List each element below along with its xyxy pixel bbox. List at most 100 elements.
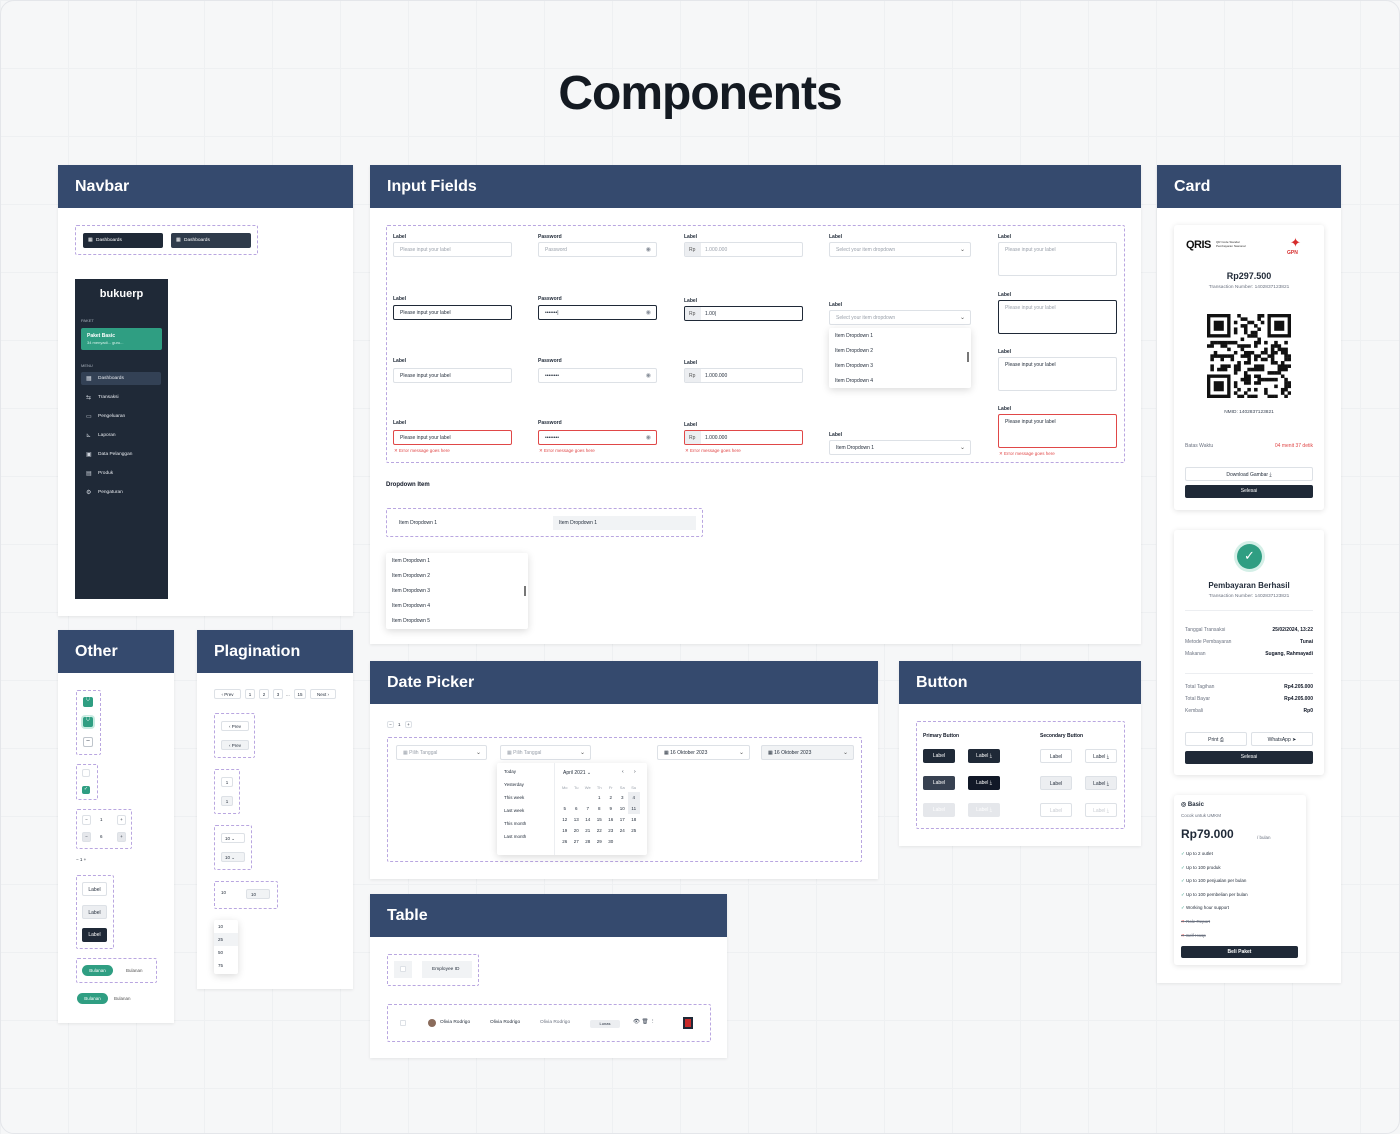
eye-icon[interactable]: ◉ bbox=[646, 309, 651, 316]
prev-button[interactable]: ‹ Prev bbox=[214, 689, 241, 699]
dropdown-option[interactable]: Item Dropdown 1 bbox=[829, 328, 971, 343]
plus-icon[interactable]: + bbox=[117, 815, 126, 825]
mini-stepper[interactable]: − 1 + bbox=[76, 857, 100, 865]
per-page-select-hover[interactable]: 10 ⌄ bbox=[221, 852, 245, 862]
currency-input[interactable]: Rp 1.000.000 bbox=[684, 242, 803, 257]
calendar-day[interactable]: 26 bbox=[559, 836, 571, 847]
primary-button-icon-hover[interactable]: Label ⤓ bbox=[968, 776, 1000, 790]
per-page-option[interactable]: 50 bbox=[214, 946, 238, 959]
sidebar-item-transaksi[interactable]: ⇆ Transaksi bbox=[81, 391, 161, 404]
quick-range-option[interactable]: This month bbox=[497, 819, 553, 832]
date-input-filled[interactable]: ▦ 16 Oktober 2023 ⌄ bbox=[657, 745, 750, 760]
page-button[interactable]: 1 bbox=[245, 689, 255, 699]
checkbox-unchecked[interactable] bbox=[82, 769, 90, 777]
download-button[interactable]: Download Gambar ⤓ bbox=[1185, 467, 1313, 481]
calendar-day[interactable]: 22 bbox=[594, 825, 606, 836]
quick-range-option[interactable]: Last month bbox=[497, 832, 553, 845]
dropdown-field[interactable]: Select your item dropdown ⌄ bbox=[829, 242, 971, 257]
password-input[interactable]: •••••••• ◉ bbox=[538, 430, 657, 445]
trash-icon[interactable]: 🗑 bbox=[642, 1019, 649, 1025]
plus-icon[interactable]: + bbox=[117, 832, 126, 842]
calendar-day[interactable] bbox=[559, 792, 571, 803]
calendar-day[interactable]: 14 bbox=[582, 814, 594, 825]
label-button-grey[interactable]: Label bbox=[82, 905, 107, 919]
mini-stepper[interactable]: −1 + bbox=[387, 721, 413, 729]
secondary-button-icon-hover[interactable]: Label ⤓ bbox=[1085, 776, 1117, 790]
password-input[interactable]: Password ◉ bbox=[538, 242, 657, 257]
minus-icon[interactable]: − bbox=[82, 815, 91, 825]
quantity-stepper-disabled[interactable]: − 6 + bbox=[82, 832, 126, 842]
textarea-focused[interactable]: Please input your label bbox=[998, 300, 1117, 334]
per-page-option[interactable]: 75 bbox=[214, 959, 238, 972]
column-header[interactable]: Employee ID bbox=[422, 961, 472, 978]
calendar-day[interactable]: 24 bbox=[617, 825, 629, 836]
calendar-day[interactable]: 18 bbox=[628, 814, 640, 825]
dropdown-option[interactable]: Item Dropdown 4 bbox=[829, 373, 971, 388]
plus-icon[interactable]: + bbox=[405, 721, 412, 728]
currency-input[interactable]: Rp 1.000.000 bbox=[684, 430, 803, 445]
calendar-day[interactable]: 8 bbox=[594, 803, 606, 814]
secondary-button-hover[interactable]: Label bbox=[1040, 776, 1072, 790]
minus-icon[interactable]: − bbox=[387, 721, 394, 728]
label-button-dark[interactable]: Label bbox=[82, 928, 107, 942]
calendar-day[interactable]: 13 bbox=[571, 814, 583, 825]
calendar-day[interactable]: 11 bbox=[628, 803, 640, 814]
selesai-button[interactable]: Selesai bbox=[1185, 751, 1313, 764]
calendar-day[interactable]: 1 bbox=[594, 792, 606, 803]
secondary-button[interactable]: Label bbox=[1040, 749, 1072, 763]
per-page-option[interactable]: 25 bbox=[214, 933, 238, 946]
calendar-month[interactable]: April 2021 ⌄ bbox=[563, 770, 591, 776]
scrollbar[interactable] bbox=[524, 586, 526, 596]
cart-icon-button-focus[interactable]: ⛉ bbox=[83, 717, 93, 727]
prev-button-hover[interactable]: ‹ Prev bbox=[221, 740, 249, 750]
next-button[interactable]: Next › bbox=[310, 689, 336, 699]
per-page-option[interactable]: 10 bbox=[214, 920, 238, 933]
dropdown-option[interactable]: Item Dropdown 2 bbox=[829, 343, 971, 358]
segment-inactive[interactable]: Bulanan bbox=[114, 996, 131, 1001]
currency-input[interactable]: Rp 1.000.000 bbox=[684, 368, 803, 383]
calendar-day[interactable]: 10 bbox=[617, 803, 629, 814]
calendar-day[interactable]: 30 bbox=[605, 836, 617, 847]
print-button[interactable]: Print ⎙ bbox=[1185, 732, 1247, 746]
eye-icon[interactable]: ◉ bbox=[646, 372, 651, 379]
beli-paket-button[interactable]: Beli Paket bbox=[1181, 946, 1298, 958]
password-input[interactable]: •••••••| ◉ bbox=[538, 305, 657, 320]
date-input-disabled[interactable]: ▦ 16 Oktober 2023 ⌄ bbox=[761, 745, 854, 760]
quick-range-option[interactable]: This week bbox=[497, 793, 553, 806]
calendar-day[interactable]: 3 bbox=[617, 792, 629, 803]
calendar-day[interactable]: 9 bbox=[605, 803, 617, 814]
quantity-stepper[interactable]: − 1 + bbox=[82, 815, 126, 825]
prev-button[interactable]: ‹ Prev bbox=[221, 721, 249, 731]
sidebar-item-pengaturan[interactable]: ⚙ Pengaturan bbox=[81, 486, 161, 499]
page-button[interactable]: 2 bbox=[259, 689, 269, 699]
dropdown-item-hover[interactable]: Item Dropdown 1 bbox=[553, 516, 696, 530]
calendar-day[interactable]: 12 bbox=[559, 814, 571, 825]
dropdown-option[interactable]: Item Dropdown 1 bbox=[386, 553, 528, 568]
sidebar-item-dashboards[interactable]: ▦ Dashboards bbox=[81, 372, 161, 385]
quick-range-option[interactable]: Last week bbox=[497, 806, 553, 819]
calendar-day[interactable]: 28 bbox=[582, 836, 594, 847]
calendar-day[interactable]: 7 bbox=[582, 803, 594, 814]
dropdown-option[interactable]: Item Dropdown 5 bbox=[386, 613, 528, 628]
calendar-day[interactable] bbox=[628, 836, 640, 847]
checkbox-checked[interactable]: ✓ bbox=[82, 786, 90, 794]
segment-active[interactable]: Bulanan bbox=[82, 965, 113, 976]
quick-range-option[interactable]: Today bbox=[497, 767, 553, 780]
primary-button-icon-disabled[interactable]: Label ⤓ bbox=[968, 803, 1000, 817]
calendar-day[interactable]: 16 bbox=[605, 814, 617, 825]
page-button-active[interactable]: 1 bbox=[221, 796, 233, 806]
segment-inactive[interactable]: Bulanan bbox=[126, 968, 143, 973]
calendar-day[interactable] bbox=[617, 836, 629, 847]
nav-pill-active[interactable]: ▦ Dashboards bbox=[83, 233, 163, 248]
secondary-button-icon-disabled[interactable]: Label ⤓ bbox=[1085, 803, 1117, 817]
whatsapp-button[interactable]: WhatsApp ➤ bbox=[1251, 732, 1313, 746]
dropdown-option[interactable]: Item Dropdown 4 bbox=[386, 598, 528, 613]
more-icon[interactable]: ⋮ bbox=[650, 1019, 656, 1025]
dropdown-field-filled[interactable]: Item Dropdown 1 ⌄ bbox=[829, 440, 971, 455]
calendar-day[interactable]: 5 bbox=[559, 803, 571, 814]
dropdown-field-open[interactable]: Select your item dropdown ⌄ bbox=[829, 310, 971, 325]
calendar-day[interactable]: 20 bbox=[571, 825, 583, 836]
calendar-day[interactable] bbox=[571, 792, 583, 803]
dropdown-option[interactable]: Item Dropdown 3 bbox=[386, 583, 528, 598]
eye-icon[interactable]: ◉ bbox=[646, 246, 651, 253]
